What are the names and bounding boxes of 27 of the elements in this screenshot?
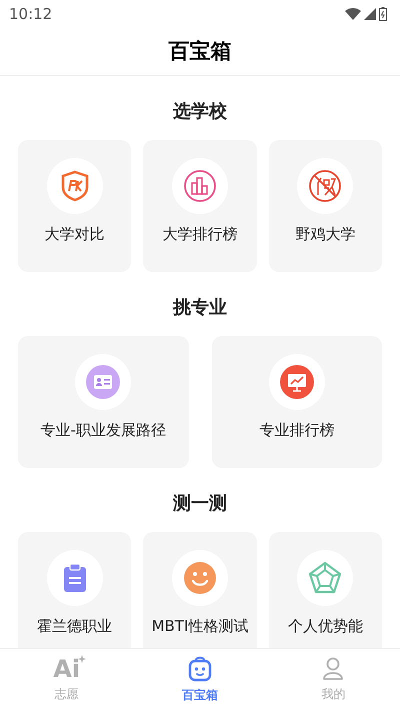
- section-title: 测一测: [173, 492, 227, 516]
- smiley-icon: [184, 562, 216, 594]
- tool-card[interactable]: 大学对比: [18, 140, 132, 272]
- clipboard-icon: [62, 563, 88, 593]
- tool-card[interactable]: 专业排行榜: [212, 336, 382, 468]
- tool-card[interactable]: 野鸡大学: [268, 140, 382, 272]
- signal-icon: [364, 8, 376, 20]
- page-title: 百宝箱: [168, 38, 232, 65]
- tab-bar-item[interactable]: 百宝箱: [133, 649, 267, 711]
- section-title: 挑专业: [173, 296, 227, 320]
- id-card-icon: [86, 365, 120, 399]
- bar-chart-icon: [182, 169, 217, 203]
- prohibited-icon: [308, 169, 342, 203]
- robot-icon: [188, 656, 212, 682]
- tool-card[interactable]: 专业-职业发展路径: [18, 336, 188, 468]
- radar-pentagon-icon: [308, 561, 342, 595]
- tool-card[interactable]: MBTI性格测试: [143, 532, 257, 648]
- tool-card[interactable]: 霍兰德职业: [18, 532, 132, 648]
- section-title: 选学校: [173, 100, 227, 124]
- wifi-icon: [345, 8, 361, 20]
- status-time: 10:12: [9, 4, 52, 25]
- tool-card[interactable]: 个人优势能: [268, 532, 382, 648]
- person-icon: [322, 657, 344, 681]
- battery-icon: [379, 7, 387, 21]
- presentation-icon: [280, 365, 314, 399]
- shield-icon: [60, 170, 90, 202]
- tool-card[interactable]: 大学排行榜: [143, 140, 257, 272]
